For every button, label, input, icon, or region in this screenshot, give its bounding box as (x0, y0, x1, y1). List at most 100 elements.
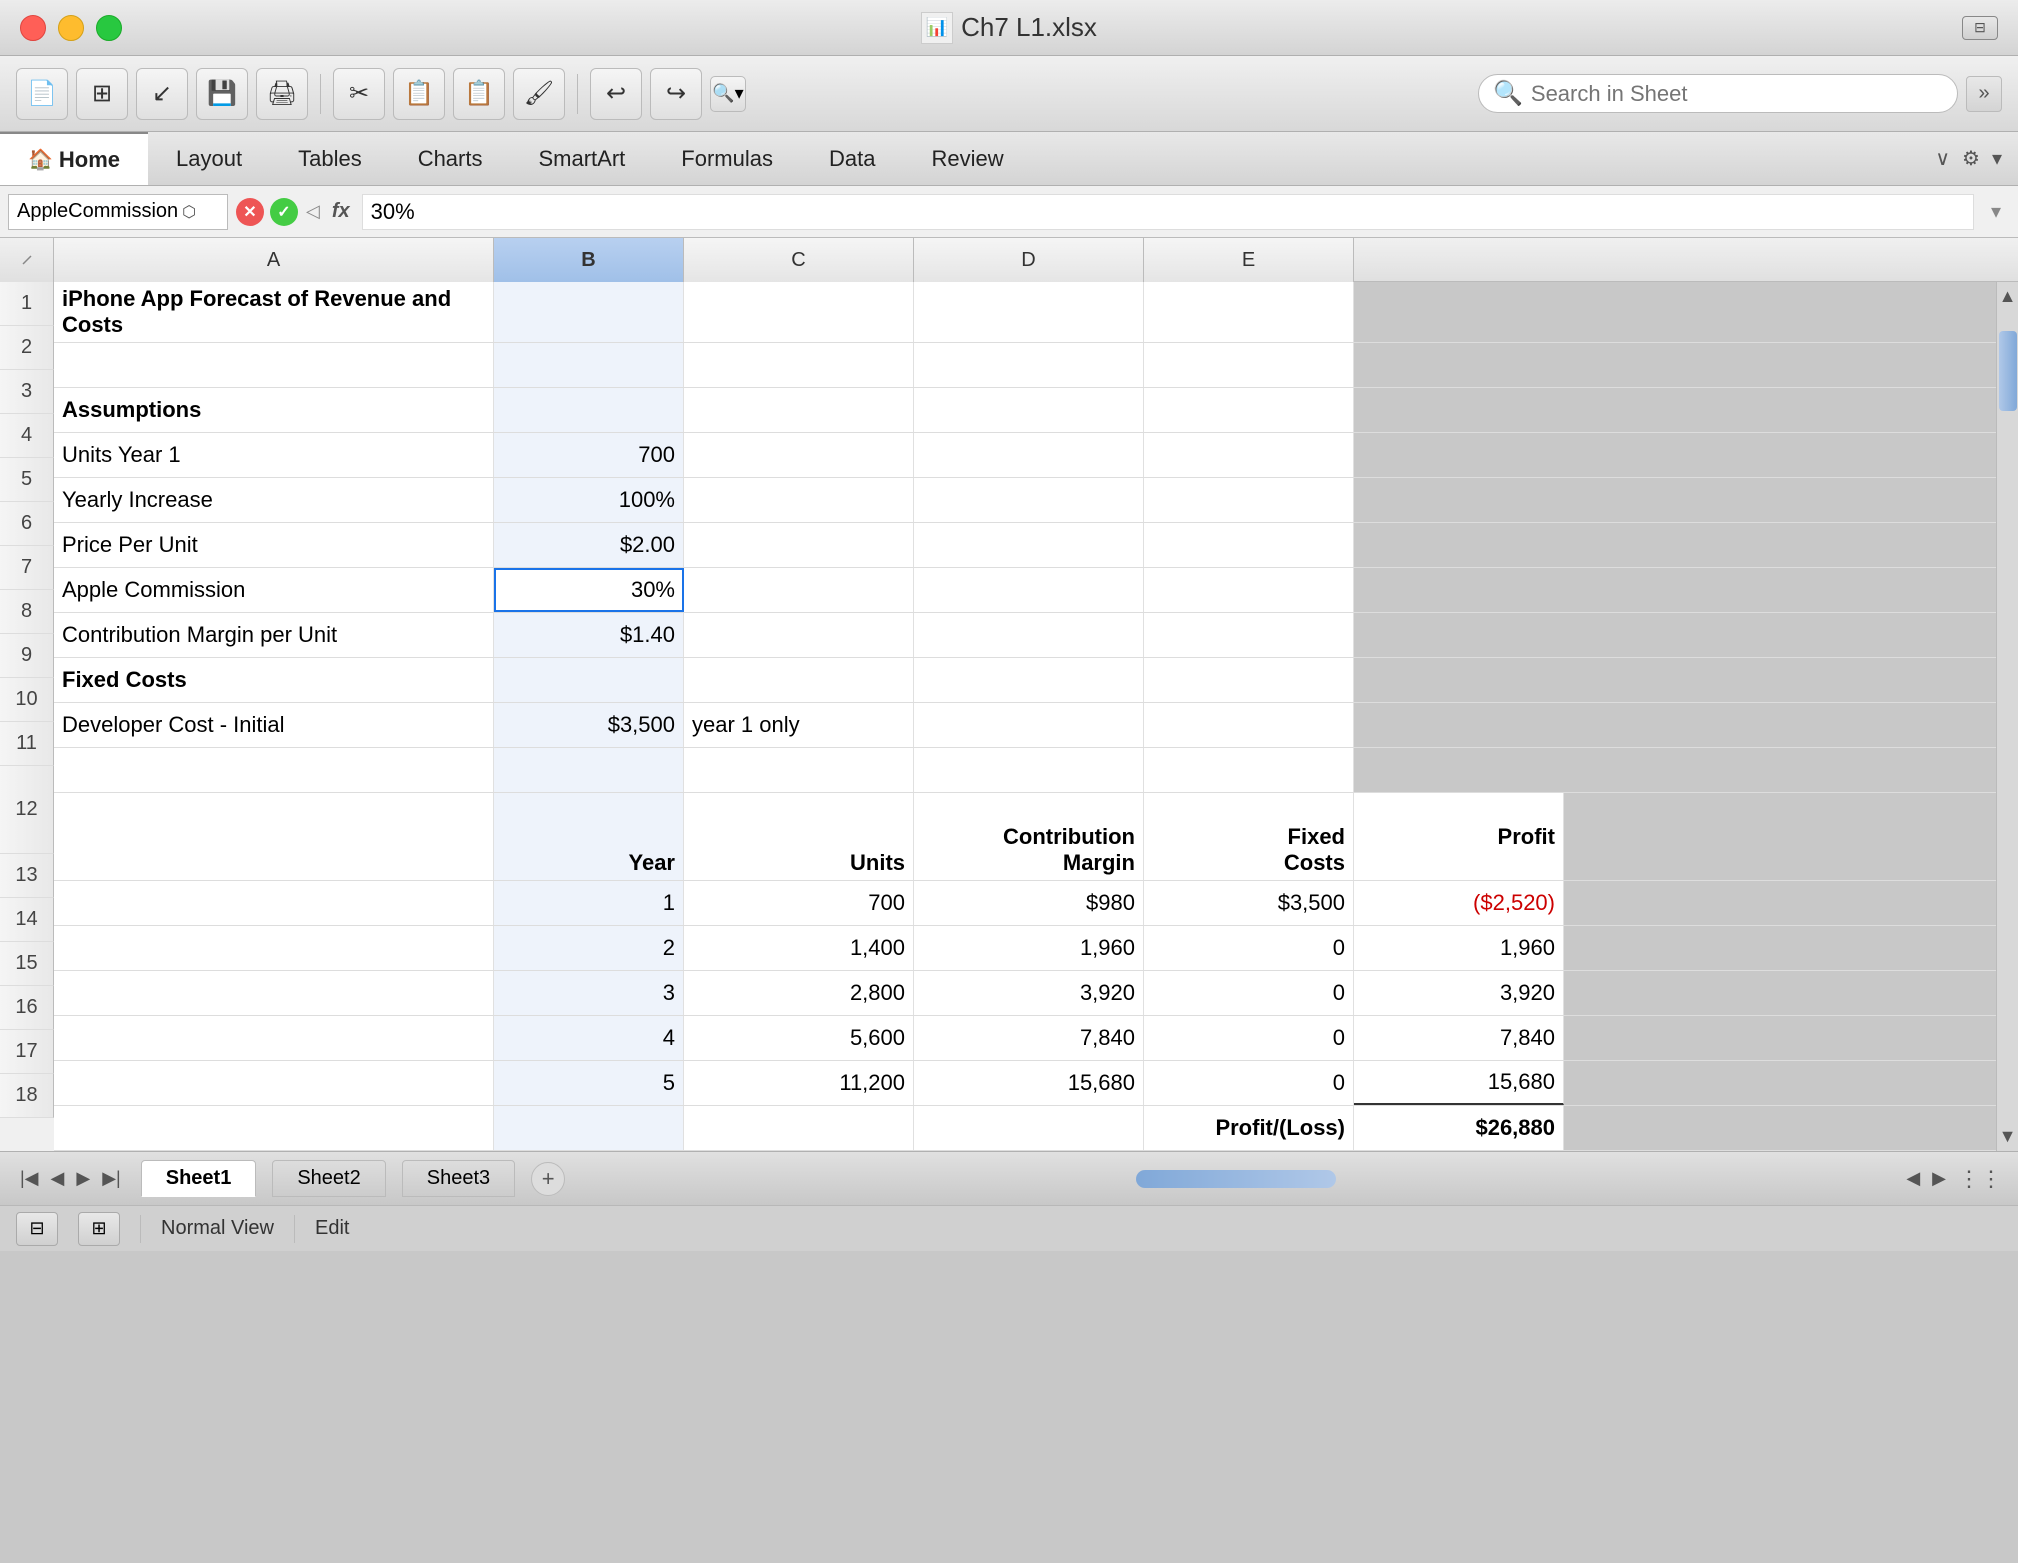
cell-d17[interactable]: 15,680 (914, 1061, 1144, 1105)
cell-f16[interactable]: 7,840 (1354, 1016, 1564, 1060)
cell-b4[interactable]: 700 (494, 433, 684, 477)
add-sheet-button[interactable]: + (531, 1162, 565, 1196)
last-sheet-button[interactable]: ▶| (98, 1166, 125, 1191)
cell-d15[interactable]: 3,920 (914, 971, 1144, 1015)
close-button[interactable] (20, 15, 46, 41)
sheet-tab-2[interactable]: Sheet2 (272, 1160, 385, 1197)
cell-d16[interactable]: 7,840 (914, 1016, 1144, 1060)
page-layout-icon[interactable]: ⊞ (78, 1212, 120, 1246)
cell-f17[interactable]: 15,680 (1354, 1061, 1564, 1105)
cell-c18[interactable] (684, 1106, 914, 1150)
hscroll-left-button[interactable]: ◀ (1906, 1168, 1920, 1189)
vertical-scrollbar[interactable]: ▲ ▼ (1996, 282, 2018, 1151)
ribbon-review[interactable]: Review (903, 132, 1031, 185)
cell-a8[interactable]: Contribution Margin per Unit (54, 613, 494, 657)
formula-nav-prev[interactable]: ◁ (306, 201, 320, 222)
cell-c11[interactable] (684, 748, 914, 792)
col-header-e[interactable]: E (1144, 238, 1354, 282)
cell-f15[interactable]: 3,920 (1354, 971, 1564, 1015)
row-header-9[interactable]: 9 (0, 634, 54, 678)
row-header-8[interactable]: 8 (0, 590, 54, 634)
cell-c10[interactable]: year 1 only (684, 703, 914, 747)
cell-b8[interactable]: $1.40 (494, 613, 684, 657)
sheet-tab-1[interactable]: Sheet1 (141, 1160, 257, 1197)
cell-a17[interactable] (54, 1061, 494, 1105)
cell-a6[interactable]: Price Per Unit (54, 523, 494, 567)
cell-a16[interactable] (54, 1016, 494, 1060)
cell-a2[interactable] (54, 343, 494, 387)
cell-a9[interactable]: Fixed Costs (54, 658, 494, 702)
cell-d8[interactable] (914, 613, 1144, 657)
sheet-tab-3[interactable]: Sheet3 (402, 1160, 515, 1197)
normal-view-icon[interactable]: ⊟ (16, 1212, 58, 1246)
cell-c15[interactable]: 2,800 (684, 971, 914, 1015)
cell-c7[interactable] (684, 568, 914, 612)
window-expand-button[interactable]: ⊟ (1962, 16, 1998, 40)
horizontal-scrollbar-thumb[interactable] (1136, 1170, 1336, 1188)
cell-e5[interactable] (1144, 478, 1354, 522)
cell-e3[interactable] (1144, 388, 1354, 432)
cell-c12[interactable]: Units (684, 793, 914, 880)
cell-b12[interactable]: Year (494, 793, 684, 880)
cell-a12[interactable] (54, 793, 494, 880)
new-button[interactable]: 📄 (16, 68, 68, 120)
grid-button[interactable]: ⊞ (76, 68, 128, 120)
cell-a11[interactable] (54, 748, 494, 792)
cell-b9[interactable] (494, 658, 684, 702)
next-sheet-button[interactable]: ▶ (72, 1166, 94, 1191)
ribbon-settings-arrow[interactable]: ▾ (1992, 146, 2002, 171)
cell-b2[interactable] (494, 343, 684, 387)
row-header-15[interactable]: 15 (0, 942, 54, 986)
paste-button[interactable]: 📋 (453, 68, 505, 120)
cell-d1[interactable] (914, 282, 1144, 342)
row-header-10[interactable]: 10 (0, 678, 54, 722)
cell-c1[interactable] (684, 282, 914, 342)
col-header-c[interactable]: C (684, 238, 914, 282)
open-button[interactable]: ↙ (136, 68, 188, 120)
row-header-6[interactable]: 6 (0, 502, 54, 546)
cell-f13[interactable]: ($2,520) (1354, 881, 1564, 925)
cell-b3[interactable] (494, 388, 684, 432)
copy-button[interactable]: 📋 (393, 68, 445, 120)
cell-b17[interactable]: 5 (494, 1061, 684, 1105)
format-button[interactable]: 🖌 (513, 68, 565, 120)
row-header-5[interactable]: 5 (0, 458, 54, 502)
cell-c5[interactable] (684, 478, 914, 522)
ribbon-charts[interactable]: Charts (390, 132, 511, 185)
cell-b11[interactable] (494, 748, 684, 792)
cell-c13[interactable]: 700 (684, 881, 914, 925)
row-header-17[interactable]: 17 (0, 1030, 54, 1074)
print-button[interactable]: 🖨 (256, 68, 308, 120)
cell-b14[interactable]: 2 (494, 926, 684, 970)
cell-a3[interactable]: Assumptions (54, 388, 494, 432)
row-header-16[interactable]: 16 (0, 986, 54, 1030)
col-header-d[interactable]: D (914, 238, 1144, 282)
col-header-a[interactable]: A (54, 238, 494, 282)
cell-a15[interactable] (54, 971, 494, 1015)
cell-a18[interactable] (54, 1106, 494, 1150)
cell-c8[interactable] (684, 613, 914, 657)
row-header-7[interactable]: 7 (0, 546, 54, 590)
redo-button[interactable]: ↪ (650, 68, 702, 120)
cell-c6[interactable] (684, 523, 914, 567)
cell-c9[interactable] (684, 658, 914, 702)
cell-d14[interactable]: 1,960 (914, 926, 1144, 970)
cell-b6[interactable]: $2.00 (494, 523, 684, 567)
cell-c3[interactable] (684, 388, 914, 432)
cell-d18[interactable] (914, 1106, 1144, 1150)
cell-d5[interactable] (914, 478, 1144, 522)
search-input[interactable] (1531, 81, 1943, 107)
cell-e15[interactable]: 0 (1144, 971, 1354, 1015)
cell-e11[interactable] (1144, 748, 1354, 792)
cell-b7[interactable]: 30% (494, 568, 684, 612)
row-header-18[interactable]: 18 (0, 1074, 54, 1118)
cell-e12[interactable]: Fixed Costs (1144, 793, 1354, 880)
cell-a4[interactable]: Units Year 1 (54, 433, 494, 477)
ribbon-formulas[interactable]: Formulas (653, 132, 801, 185)
cell-b15[interactable]: 3 (494, 971, 684, 1015)
cell-e14[interactable]: 0 (1144, 926, 1354, 970)
cell-d9[interactable] (914, 658, 1144, 702)
cell-e13[interactable]: $3,500 (1144, 881, 1354, 925)
ribbon-tables[interactable]: Tables (270, 132, 390, 185)
first-sheet-button[interactable]: |◀ (16, 1166, 43, 1191)
